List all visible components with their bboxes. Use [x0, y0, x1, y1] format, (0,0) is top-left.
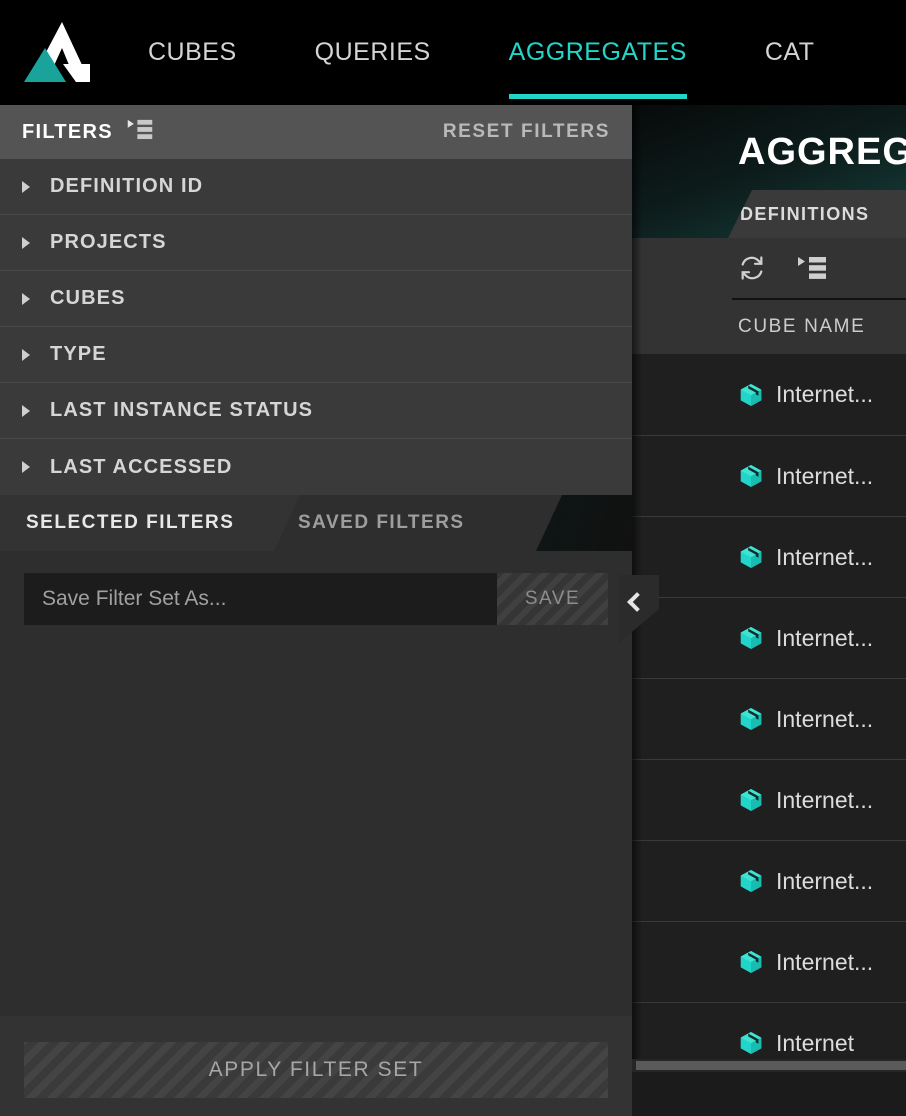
table-row[interactable]: Internet...	[632, 678, 906, 759]
atscale-logo[interactable]	[22, 18, 96, 88]
cube-icon	[738, 625, 764, 651]
table-row[interactable]: Internet...	[632, 921, 906, 1002]
cube-icon	[738, 1030, 764, 1056]
table-row[interactable]: Internet...	[632, 759, 906, 840]
chevron-left-icon	[627, 592, 647, 612]
save-filter-set-row: SAVE	[24, 573, 608, 625]
nav-item-label: CUBES	[148, 38, 237, 66]
filters-panel-header: FILTERS RESET FILTERS	[0, 105, 632, 159]
table-header-row: CUBE NAME ||	[732, 298, 906, 354]
cube-name-label: Internet	[776, 1029, 854, 1056]
page-title: AGGREG	[738, 131, 906, 173]
logo-icon	[24, 22, 90, 82]
table-row[interactable]: Internet...	[632, 840, 906, 921]
column-header-cube-name[interactable]: CUBE NAME	[738, 316, 865, 338]
cube-name-label: Internet...	[776, 705, 874, 732]
filters-panel: FILTERS RESET FILTERS DEFINITION ID PROJ…	[0, 105, 632, 1116]
cube-icon	[738, 949, 764, 975]
cube-icon	[738, 868, 764, 894]
chevron-right-icon	[22, 348, 30, 361]
nav-item-label: CAT	[764, 38, 815, 66]
apply-filter-set-container: APPLY FILTER SET	[0, 1024, 632, 1116]
main-bottom-strip	[632, 1072, 906, 1116]
cube-name-label: Internet...	[776, 948, 874, 975]
nav-item-cubes[interactable]: CUBES	[148, 0, 237, 105]
nav-items: CUBES QUERIES AGGREGATES CAT	[148, 0, 893, 105]
table-row[interactable]: Internet...	[632, 354, 906, 435]
app-root: CUBES QUERIES AGGREGATES CAT AGGREG DEFI…	[0, 0, 906, 1116]
cube-name-label: Internet...	[776, 786, 874, 813]
nav-item-label: QUERIES	[314, 38, 431, 66]
chevron-right-icon	[22, 236, 30, 249]
tab-saved-filters[interactable]: SAVED FILTERS	[272, 495, 562, 551]
filter-row-type[interactable]: TYPE	[0, 327, 632, 383]
filter-row-last-accessed[interactable]: LAST ACCESSED	[0, 439, 632, 495]
chevron-right-icon	[22, 180, 30, 193]
chevron-right-icon	[22, 404, 30, 417]
cube-icon	[738, 544, 764, 570]
apply-filter-set-button[interactable]: APPLY FILTER SET	[24, 1042, 608, 1098]
filter-row-projects[interactable]: PROJECTS	[0, 215, 632, 271]
definitions-toolbar	[632, 238, 906, 298]
refresh-icon[interactable]	[738, 254, 766, 282]
table-row[interactable]: Internet...	[632, 516, 906, 597]
tab-label: DEFINITIONS	[740, 203, 870, 224]
chevron-right-icon	[22, 292, 30, 305]
top-navigation-bar: CUBES QUERIES AGGREGATES CAT	[0, 0, 906, 105]
chevron-right-icon	[22, 461, 30, 473]
cube-name-label: Internet...	[776, 543, 874, 570]
cube-name-label: Internet...	[776, 462, 874, 489]
cube-icon	[738, 787, 764, 813]
cube-name-label: Internet...	[776, 624, 874, 651]
cube-name-label: Internet...	[776, 381, 874, 407]
list-view-icon[interactable]	[796, 255, 828, 281]
list-view-icon[interactable]	[126, 118, 154, 146]
selected-filters-content: SAVE	[0, 551, 632, 1016]
filter-row-cubes[interactable]: CUBES	[0, 271, 632, 327]
cube-icon	[738, 706, 764, 732]
save-filter-set-input[interactable]	[24, 573, 497, 625]
nav-item-aggregates[interactable]: AGGREGATES	[508, 0, 688, 105]
filter-label: PROJECTS	[50, 231, 167, 253]
nav-item-queries[interactable]: QUERIES	[315, 0, 431, 105]
filter-row-definition-id[interactable]: DEFINITION ID	[0, 159, 632, 215]
filter-row-last-instance-status[interactable]: LAST INSTANCE STATUS	[0, 383, 632, 439]
tab-label: SAVED FILTERS	[298, 512, 465, 533]
filter-category-list: DEFINITION ID PROJECTS CUBES TYPE LAST I…	[0, 159, 632, 495]
filter-label: LAST ACCESSED	[50, 455, 233, 478]
cube-icon	[738, 382, 764, 408]
definitions-table-body: Internet... Internet... Internet... Inte…	[632, 354, 906, 1116]
nav-item-label: AGGREGATES	[508, 38, 687, 66]
cube-name-label: Internet...	[776, 867, 874, 894]
aggregates-main-area: AGGREG DEFINITIONS CUBE NAME Internet...…	[632, 105, 906, 1116]
reset-filters-button[interactable]: RESET FILTERS	[443, 121, 610, 143]
tab-label: SELECTED FILTERS	[26, 512, 235, 533]
horizontal-scrollbar-thumb[interactable]	[636, 1061, 906, 1070]
cube-icon	[738, 463, 764, 489]
filter-label: LAST INSTANCE STATUS	[50, 399, 314, 421]
nav-item-catalog[interactable]: CAT	[765, 0, 815, 105]
tab-selected-filters[interactable]: SELECTED FILTERS	[0, 495, 300, 551]
save-button[interactable]: SAVE	[497, 573, 608, 625]
table-row[interactable]: Internet...	[632, 435, 906, 516]
filter-tab-bar: SAVED FILTERS SELECTED FILTERS	[0, 495, 632, 551]
filter-label: CUBES	[50, 287, 126, 309]
filter-label: TYPE	[50, 343, 107, 365]
table-row[interactable]: Internet...	[632, 597, 906, 678]
filter-label: DEFINITION ID	[50, 175, 204, 197]
filters-title: FILTERS	[22, 120, 113, 143]
tab-definitions[interactable]: DEFINITIONS	[728, 190, 906, 238]
definitions-panel: CUBE NAME || Internet... Internet...	[632, 238, 906, 1116]
main-tab-bar: DEFINITIONS	[632, 190, 906, 238]
